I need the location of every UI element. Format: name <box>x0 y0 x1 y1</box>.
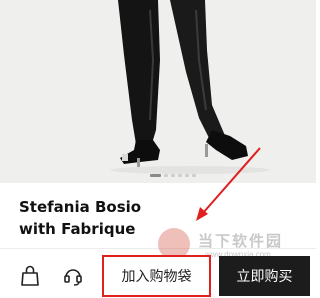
product-title-line-1: Stefania Bosio <box>19 198 142 216</box>
carousel-dot[interactable] <box>171 173 175 177</box>
shopping-bag-icon[interactable] <box>20 265 40 287</box>
carousel-indicator[interactable] <box>150 173 196 177</box>
headset-icon[interactable] <box>63 265 83 287</box>
carousel-dot[interactable] <box>192 173 196 177</box>
carousel-dot[interactable] <box>185 173 189 177</box>
product-photo[interactable] <box>0 0 316 183</box>
carousel-dot[interactable] <box>164 173 168 177</box>
buy-now-button[interactable]: 立即购买 <box>219 256 310 296</box>
carousel-dot[interactable] <box>178 173 182 177</box>
model-legs-illustration <box>0 0 316 183</box>
carousel-dot-active[interactable] <box>150 173 161 177</box>
watermark-brand: 当下软件园 <box>198 233 284 250</box>
add-to-cart-button[interactable]: 加入购物袋 <box>102 255 211 297</box>
